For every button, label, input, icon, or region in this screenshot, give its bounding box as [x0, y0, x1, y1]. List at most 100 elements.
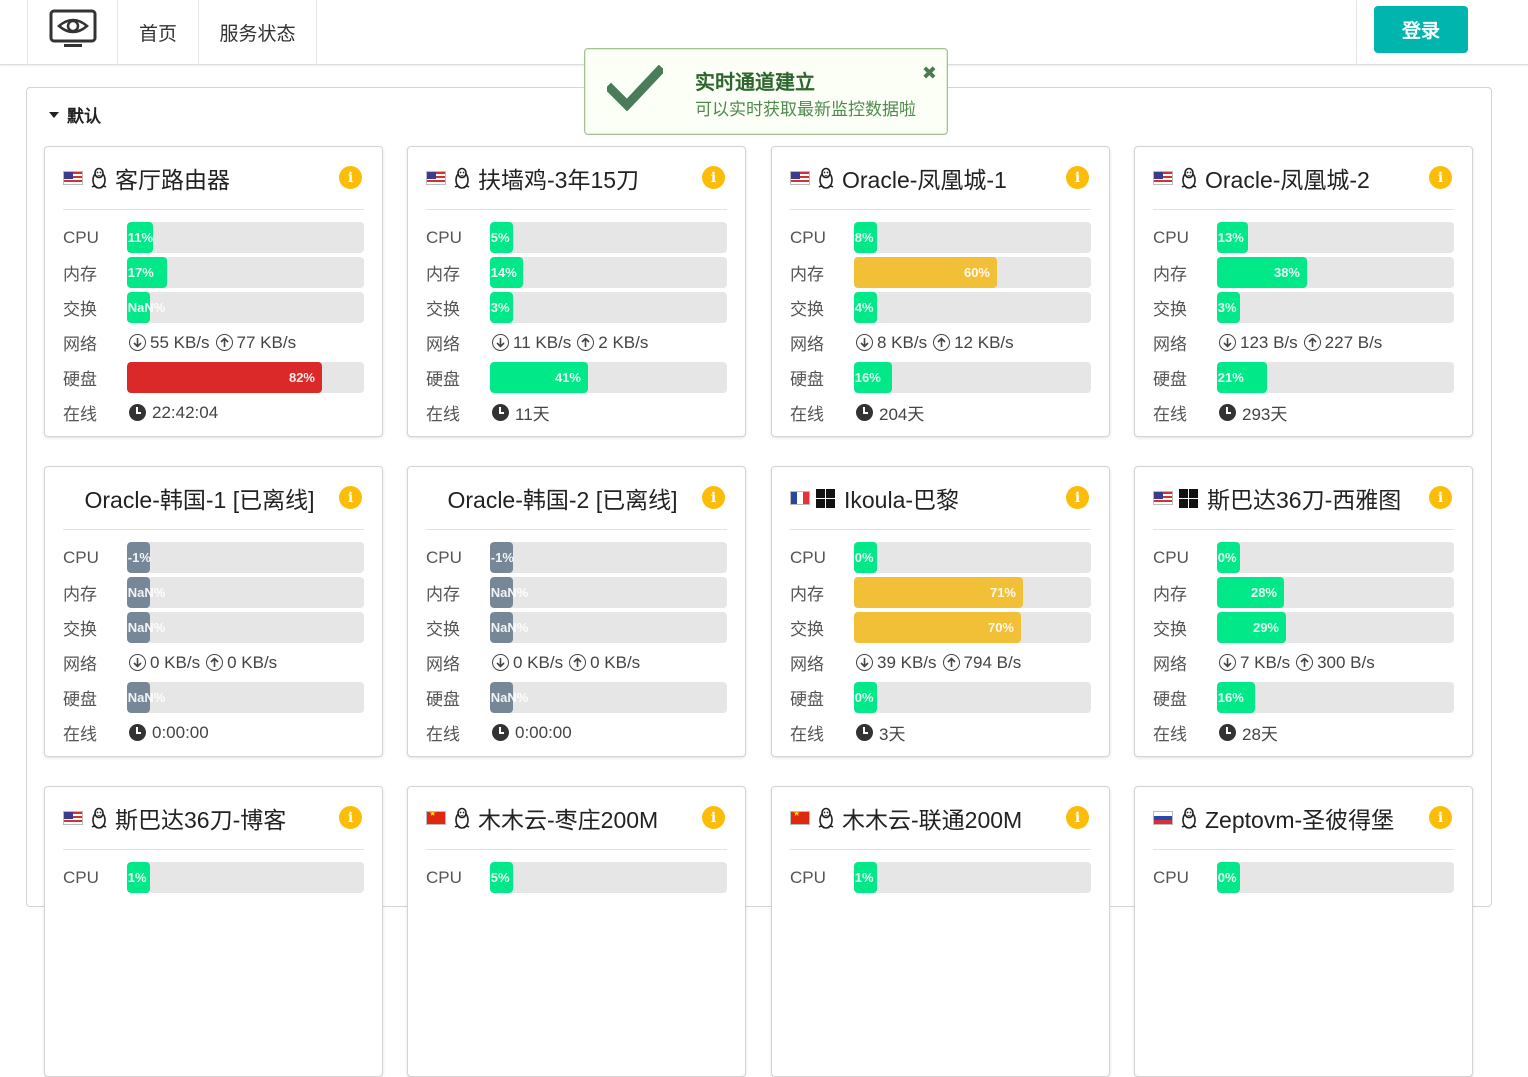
arrow-up-icon	[206, 654, 224, 671]
server-card[interactable]: Ikoula-巴黎 i CPU 0% 内存 71% 交换 70% 网络 39 KB/s 794 B/…	[771, 466, 1110, 757]
uptime-text: 3天	[879, 725, 906, 744]
metric-row-disk: 硬盘 0%	[790, 680, 1091, 715]
server-card[interactable]: 斯巴达36刀-西雅图 i CPU 0% 内存 28% 交换 29% 网络 7 KB/s 300 B/…	[1134, 466, 1473, 757]
mem-usage-bar: 14%	[489, 257, 727, 288]
metric-row-swap: 交换 NaN%	[426, 610, 727, 645]
server-card[interactable]: Oracle-凤凰城-1 i CPU 8% 内存 60% 交换 4% 网络 8 KB/s 12 KB…	[771, 146, 1110, 437]
server-card[interactable]: Zeptovm-圣彼得堡 i CPU 0%	[1134, 786, 1473, 1077]
metric-label-uptime: 在线	[1153, 405, 1187, 424]
metric-label-net: 网络	[63, 655, 97, 674]
group-header[interactable]: 默认	[49, 102, 101, 127]
server-card[interactable]: Oracle-韩国-2 [已离线] i CPU -1% 内存 NaN% 交换 NaN% 网络 0 …	[407, 466, 746, 757]
metric-label-cpu: CPU	[1153, 227, 1189, 247]
server-card[interactable]: 木木云-枣庄200M i CPU 5%	[407, 786, 746, 1077]
metric-row-swap: 交换 70%	[790, 610, 1091, 645]
uptime-value: 0:00:00	[490, 723, 572, 743]
group-name: 默认	[67, 107, 101, 126]
us-flag-icon	[1153, 491, 1173, 505]
network-speed: 39 KB/s 794 B/s	[854, 653, 1021, 673]
arrow-down-icon	[129, 334, 146, 351]
server-card[interactable]: 扶墙鸡-3年15刀 i CPU 5% 内存 14% 交换 3% 网络 11 KB/s 2 KB/s 硬…	[407, 146, 746, 437]
info-icon[interactable]: i	[339, 486, 362, 509]
uptime-value: 3天	[854, 720, 905, 745]
cpu-usage-bar: 8%	[853, 222, 1091, 253]
mem-percent: 28%	[1250, 585, 1277, 600]
metric-row-cpu: CPU 1%	[790, 860, 1091, 895]
metric-row-mem: 内存 17%	[63, 255, 364, 290]
server-card[interactable]: Oracle-韩国-1 [已离线] i CPU -1% 内存 NaN% 交换 NaN% 网络 0 …	[44, 466, 383, 757]
info-icon[interactable]: i	[1066, 486, 1089, 509]
disk-percent: 21%	[1217, 370, 1244, 385]
arrow-up-icon	[215, 334, 233, 351]
mem-percent: 60%	[963, 265, 990, 280]
server-card[interactable]: 斯巴达36刀-博客 i CPU 1%	[44, 786, 383, 1077]
info-icon[interactable]: i	[702, 486, 725, 509]
server-metrics: CPU 0% 内存 71% 交换 70% 网络 39 KB/s 794 B/s 硬盘 0% 在线 3天	[790, 540, 1091, 750]
logo[interactable]	[27, 0, 118, 65]
cpu-usage-bar: 1%	[126, 862, 364, 893]
server-card-header: 客厅路由器 i	[61, 161, 364, 195]
server-metrics: CPU 8% 内存 60% 交换 4% 网络 8 KB/s 12 KB/s 硬盘 16% 在线 204天	[790, 220, 1091, 430]
metric-row-disk: 硬盘 82%	[63, 360, 364, 395]
server-title: Oracle-凤凰城-2	[1151, 161, 1370, 195]
server-card[interactable]: Oracle-凤凰城-2 i CPU 13% 内存 38% 交换 3% 网络 123 B/s 227…	[1134, 146, 1473, 437]
metric-label-mem: 内存	[63, 585, 97, 604]
server-metrics: CPU 0% 内存 28% 交换 29% 网络 7 KB/s 300 B/s 硬盘 16% 在线 28天	[1153, 540, 1454, 750]
info-icon[interactable]: i	[339, 806, 362, 829]
info-icon[interactable]: i	[1429, 166, 1452, 189]
us-flag-icon	[63, 811, 83, 825]
info-icon[interactable]: i	[1066, 166, 1089, 189]
disk-usage-bar: NaN%	[489, 682, 727, 713]
metric-label-cpu: CPU	[63, 867, 99, 887]
server-name: Oracle-韩国-2 [已离线]	[447, 487, 678, 513]
us-flag-icon	[63, 171, 83, 185]
cpu-percent: -1%	[127, 550, 151, 565]
server-metrics: CPU -1% 内存 NaN% 交换 NaN% 网络 0 KB/s 0 KB/s 硬盘 NaN% 在线…	[63, 540, 364, 750]
info-icon[interactable]: i	[1429, 806, 1452, 829]
cpu-usage-bar: 5%	[489, 222, 727, 253]
swap-percent: 4%	[854, 300, 874, 315]
cpu-usage-bar: -1%	[489, 542, 727, 573]
arrow-up-icon	[569, 654, 587, 671]
info-icon[interactable]: i	[702, 806, 725, 829]
server-card[interactable]: 木木云-联通200M i CPU 1%	[771, 786, 1110, 1077]
info-icon[interactable]: i	[339, 166, 362, 189]
mem-usage-bar: 28%	[1216, 577, 1454, 608]
metric-row-cpu: CPU 5%	[426, 860, 727, 895]
swap-percent: NaN%	[127, 620, 166, 635]
mem-usage-bar: NaN%	[489, 577, 727, 608]
server-card[interactable]: 客厅路由器 i CPU 11% 内存 17% 交换 NaN% 网络 55 KB/s 77 KB/s 硬…	[44, 146, 383, 437]
info-icon[interactable]: i	[1066, 806, 1089, 829]
close-icon[interactable]: ✖	[922, 63, 937, 84]
info-icon[interactable]: i	[1429, 486, 1452, 509]
server-name: Oracle-韩国-1 [已离线]	[84, 487, 315, 513]
metric-row-uptime: 在线 11天	[426, 395, 727, 430]
info-icon[interactable]: i	[702, 166, 725, 189]
us-flag-icon	[790, 171, 810, 185]
metric-row-cpu: CPU 5%	[426, 220, 727, 255]
server-card-header: 木木云-联通200M i	[788, 801, 1091, 835]
uptime-text: 11天	[515, 405, 550, 424]
metric-label-disk: 硬盘	[63, 370, 97, 389]
metric-row-swap: 交换 NaN%	[63, 290, 364, 325]
server-metrics: CPU 1%	[790, 860, 1091, 895]
linux-icon	[452, 167, 472, 189]
server-name: 斯巴达36刀-博客	[115, 807, 287, 833]
net-in: 0 KB/s	[513, 652, 564, 672]
metric-row-disk: 硬盘 41%	[426, 360, 727, 395]
fr-flag-icon	[790, 491, 810, 505]
arrow-down-icon	[856, 334, 873, 351]
clock-icon	[856, 404, 873, 421]
server-card-header: Oracle-凤凰城-1 i	[788, 161, 1091, 195]
mem-usage-bar: NaN%	[126, 577, 364, 608]
nav-service-status[interactable]: 服务状态	[199, 0, 317, 65]
server-card-header: 斯巴达36刀-博客 i	[61, 801, 364, 835]
swap-percent: NaN%	[127, 300, 166, 315]
server-title: 木木云-联通200M	[788, 801, 1022, 835]
metric-label-mem: 内存	[426, 585, 460, 604]
metric-label-cpu: CPU	[790, 867, 826, 887]
login-button[interactable]: 登录	[1374, 6, 1468, 53]
uptime-text: 204天	[879, 405, 925, 424]
metric-label-mem: 内存	[63, 265, 97, 284]
nav-home[interactable]: 首页	[118, 0, 199, 65]
